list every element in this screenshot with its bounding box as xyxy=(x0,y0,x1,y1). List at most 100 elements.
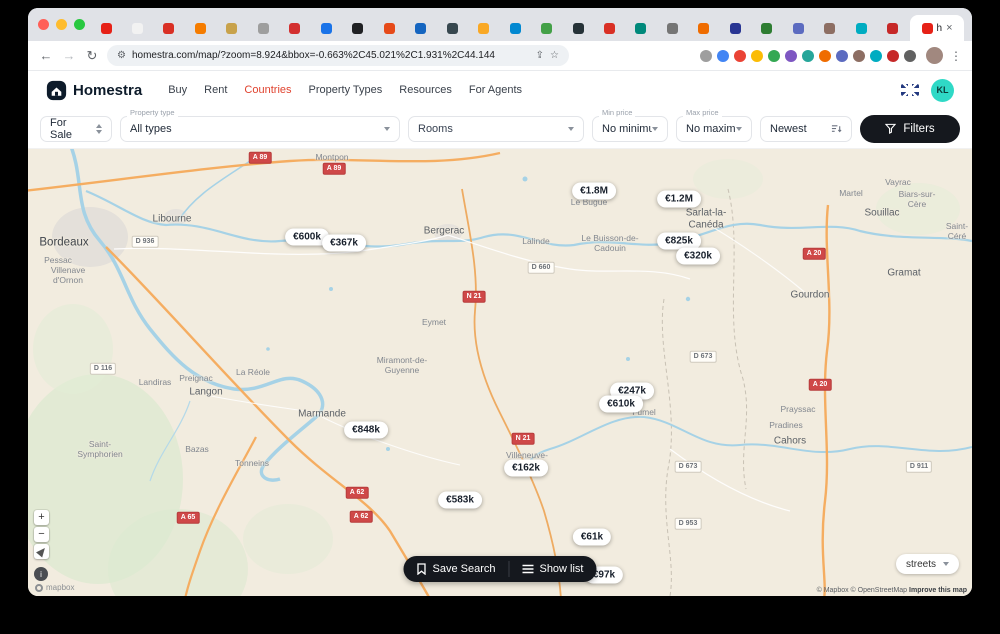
extension-icon[interactable] xyxy=(870,49,882,62)
homestra-logo[interactable]: Homestra xyxy=(46,80,142,101)
minimize-window-button[interactable] xyxy=(56,19,67,30)
rooms-dropdown[interactable]: Rooms xyxy=(408,115,584,142)
browser-tab[interactable] xyxy=(221,15,243,41)
browser-tab[interactable] xyxy=(189,15,211,41)
extension-icon[interactable] xyxy=(853,49,865,62)
extension-icon[interactable] xyxy=(785,49,797,62)
browser-tab[interactable] xyxy=(599,15,621,41)
nav-item-buy[interactable]: Buy xyxy=(168,84,187,96)
bookmark-star-icon[interactable]: ☆ xyxy=(550,50,559,61)
close-window-button[interactable] xyxy=(38,19,49,30)
nav-item-countries[interactable]: Countries xyxy=(244,84,291,96)
max-price-dropdown[interactable]: Max price No maximum xyxy=(676,107,752,142)
zoom-in-button[interactable]: + xyxy=(34,510,49,525)
price-marker[interactable]: €61k xyxy=(572,528,612,546)
price-marker[interactable]: €162k xyxy=(504,459,548,477)
browser-tab[interactable] xyxy=(693,15,715,41)
tab-favicon xyxy=(131,22,143,34)
browser-tab[interactable] xyxy=(850,15,872,41)
map-canvas[interactable]: Bordeaux Pessac Villenave d'Ornon Libourne M… xyxy=(28,149,972,596)
mapbox-logo: mapbox xyxy=(35,583,74,592)
attribution-info-icon[interactable]: i xyxy=(34,567,48,581)
nav-item-property-types[interactable]: Property Types xyxy=(309,84,383,96)
browser-tab[interactable] xyxy=(252,15,274,41)
price-marker[interactable]: €320k xyxy=(676,247,720,265)
language-flag-icon[interactable] xyxy=(901,84,919,96)
list-icon xyxy=(522,564,534,574)
browser-tab[interactable] xyxy=(504,15,526,41)
map-style-value: streets xyxy=(905,558,936,570)
extension-icon[interactable] xyxy=(836,49,848,62)
browser-tab[interactable] xyxy=(630,15,652,41)
extension-icon[interactable] xyxy=(802,49,814,62)
browser-tab[interactable] xyxy=(819,15,841,41)
browser-tab[interactable] xyxy=(882,15,904,41)
browser-tab[interactable] xyxy=(284,15,306,41)
zoom-window-button[interactable] xyxy=(74,19,85,30)
user-avatar[interactable]: KL xyxy=(931,78,954,102)
price-marker[interactable]: €610k xyxy=(599,395,643,413)
browser-tab[interactable] xyxy=(473,15,495,41)
back-button[interactable]: ← xyxy=(38,48,54,63)
property-type-dropdown[interactable]: Property type All types xyxy=(120,107,400,142)
address-bar[interactable]: ⚙ homestra.com/map/?zoom=8.924&bbox=-0.6… xyxy=(107,45,569,66)
map-style-selector[interactable]: streets xyxy=(895,554,959,574)
extension-icon[interactable] xyxy=(819,49,831,62)
browser-tab[interactable] xyxy=(315,15,337,41)
extension-icon[interactable] xyxy=(768,49,780,62)
url-text: homestra.com/map/?zoom=8.924&bbox=-0.663… xyxy=(131,50,495,61)
min-price-dropdown[interactable]: Min price No minimum xyxy=(592,107,668,142)
active-tab[interactable]: h × xyxy=(910,15,964,41)
compass-button[interactable] xyxy=(34,544,49,559)
road-shield: A 20 xyxy=(808,378,832,392)
extension-icon[interactable] xyxy=(887,49,899,62)
show-list-button[interactable]: Show list xyxy=(509,556,596,582)
extension-icon[interactable] xyxy=(700,49,712,62)
site-controls-icon[interactable]: ⚙ xyxy=(117,50,126,61)
place-label: Langon xyxy=(189,386,223,398)
reload-button[interactable]: ↻ xyxy=(84,48,100,64)
browser-tab[interactable] xyxy=(787,15,809,41)
map-overlay: Bordeaux Pessac Villenave d'Ornon Libourne M… xyxy=(28,149,972,596)
browser-menu-icon[interactable]: ⋮ xyxy=(950,49,962,63)
funnel-icon xyxy=(885,123,897,134)
extension-icon[interactable] xyxy=(751,49,763,62)
sort-dropdown[interactable]: Newest xyxy=(760,115,852,142)
save-search-button[interactable]: Save Search xyxy=(403,556,508,582)
browser-tab[interactable] xyxy=(378,15,400,41)
price-marker[interactable]: €583k xyxy=(438,491,482,509)
tab-favicon xyxy=(415,22,427,34)
forward-button[interactable]: → xyxy=(61,48,77,63)
extension-icon[interactable] xyxy=(717,49,729,62)
tab-close-icon[interactable]: × xyxy=(946,22,952,34)
filters-button[interactable]: Filters xyxy=(860,114,960,143)
nav-item-resources[interactable]: Resources xyxy=(399,84,452,96)
extension-icon[interactable] xyxy=(904,49,916,62)
browser-tab[interactable] xyxy=(661,15,683,41)
share-icon[interactable]: ⇪ xyxy=(536,50,544,61)
browser-tab[interactable] xyxy=(95,15,117,41)
nav-item-rent[interactable]: Rent xyxy=(204,84,227,96)
browser-tab[interactable] xyxy=(410,15,432,41)
extension-icon[interactable] xyxy=(734,49,746,62)
browser-tab[interactable] xyxy=(756,15,778,41)
browser-tab[interactable] xyxy=(347,15,369,41)
nav-item-for-agents[interactable]: For Agents xyxy=(469,84,522,96)
browser-tab[interactable] xyxy=(536,15,558,41)
price-marker[interactable]: €848k xyxy=(344,421,388,439)
road-shield: D 673 xyxy=(689,350,717,364)
zoom-out-button[interactable]: − xyxy=(34,527,49,542)
price-marker[interactable]: €1.8M xyxy=(572,182,616,200)
place-label: Gramat xyxy=(887,267,921,279)
tab-favicon xyxy=(761,22,773,34)
browser-tab[interactable] xyxy=(724,15,746,41)
price-marker[interactable]: €1.2M xyxy=(657,190,701,208)
price-marker[interactable]: €367k xyxy=(322,234,366,252)
browser-tab[interactable] xyxy=(567,15,589,41)
improve-map-link[interactable]: Improve this map xyxy=(909,587,967,594)
browser-tab[interactable] xyxy=(126,15,148,41)
for-sale-dropdown[interactable]: For Sale xyxy=(40,115,112,142)
browser-tab[interactable] xyxy=(441,15,463,41)
browser-profile-avatar[interactable] xyxy=(926,47,943,64)
browser-tab[interactable] xyxy=(158,15,180,41)
